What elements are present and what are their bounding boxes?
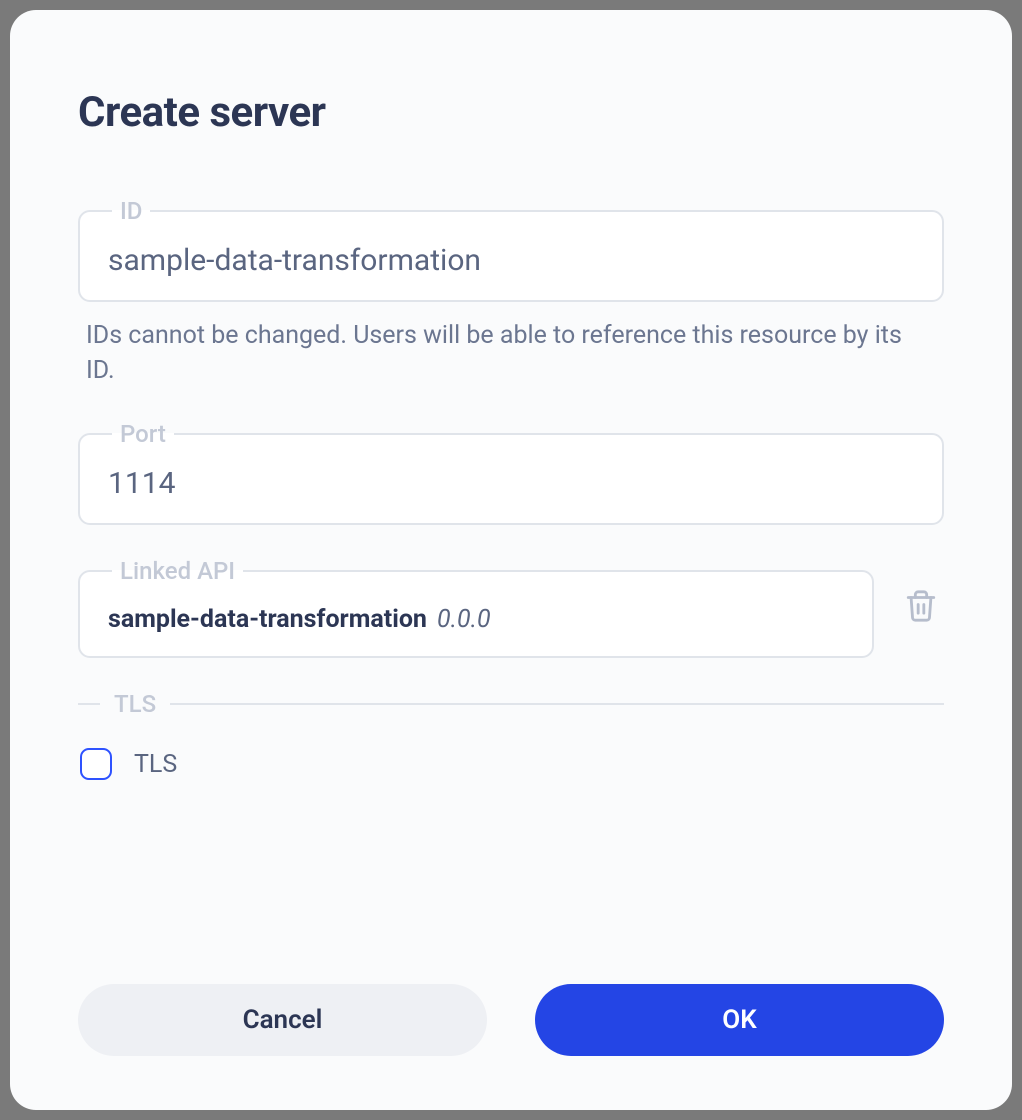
port-label: Port	[112, 420, 174, 448]
port-fieldset: Port	[78, 420, 944, 525]
id-input[interactable]	[108, 243, 914, 278]
id-helper-text: IDs cannot be changed. Users will be abl…	[78, 318, 944, 388]
action-buttons: Cancel OK	[78, 984, 944, 1056]
modal-title: Create server	[78, 88, 944, 137]
id-fieldset: ID	[78, 197, 944, 302]
cancel-button[interactable]: Cancel	[78, 984, 487, 1056]
linked-api-label: Linked API	[112, 557, 243, 585]
tls-header: TLS	[78, 690, 944, 718]
linked-api-version: 0.0.0	[437, 605, 491, 634]
linked-api-value[interactable]: sample-data-transformation 0.0.0	[108, 603, 844, 634]
linked-api-row: Linked API sample-data-transformation 0.…	[78, 557, 944, 658]
id-label: ID	[112, 197, 150, 225]
ok-button[interactable]: OK	[535, 984, 944, 1056]
divider-line	[78, 703, 100, 705]
port-input[interactable]	[108, 466, 914, 501]
id-field-group: ID IDs cannot be changed. Users will be …	[78, 197, 944, 388]
port-field-group: Port	[78, 420, 944, 525]
trash-icon	[904, 589, 938, 626]
divider-line	[170, 703, 944, 705]
linked-api-fieldset: Linked API sample-data-transformation 0.…	[78, 557, 874, 658]
linked-api-name: sample-data-transformation	[108, 605, 427, 634]
tls-section-label: TLS	[114, 690, 156, 718]
create-server-modal: Create server ID IDs cannot be changed. …	[10, 10, 1012, 1110]
tls-checkbox[interactable]	[80, 748, 112, 780]
tls-checkbox-label: TLS	[134, 750, 177, 779]
tls-checkbox-row: TLS	[78, 748, 944, 780]
delete-linked-api-button[interactable]	[898, 583, 944, 632]
tls-section: TLS TLS	[78, 690, 944, 780]
